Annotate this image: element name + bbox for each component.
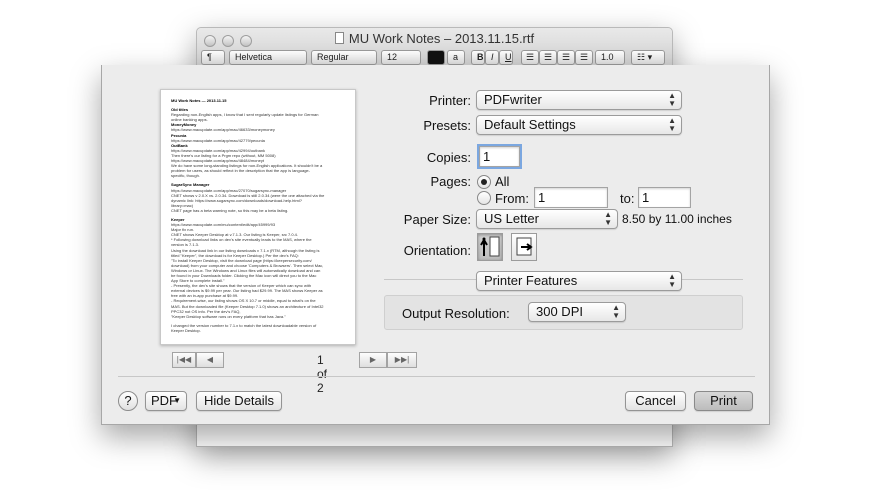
print-dialog-sheet: MU Work Notes — 2013.11.15 Old titles Rega…: [101, 65, 770, 425]
hide-details-button[interactable]: Hide Details: [196, 391, 282, 411]
last-page-button[interactable]: ▶▶|: [387, 352, 417, 368]
preview-text-line: MAS. But the downloaded file (Keeper Des…: [171, 303, 324, 309]
landscape-orientation-button[interactable]: [511, 233, 537, 261]
popup-arrows-icon: ▲ ▼: [668, 116, 676, 133]
portrait-icon: [480, 236, 500, 257]
help-button[interactable]: ?: [118, 391, 138, 411]
preview-text-line: Keeper Desktop.: [171, 327, 201, 333]
line-spacing-popup[interactable]: 1.0: [595, 50, 625, 65]
copies-label: Copies:: [426, 150, 471, 165]
popup-arrows-icon: ▲ ▼: [668, 91, 676, 108]
previous-page-button[interactable]: ◀: [196, 352, 224, 368]
pages-from-radio[interactable]: [477, 191, 491, 205]
document-titlebar: MU Work Notes – 2013.11.15.rtf ¶ Helveti…: [197, 28, 672, 70]
next-page-button[interactable]: ▶: [359, 352, 387, 368]
pages-label: Pages:: [430, 174, 471, 189]
paragraph-style-popup[interactable]: ¶: [201, 50, 225, 65]
print-preview-page: MU Work Notes — 2013.11.15 Old titles Rega…: [160, 89, 356, 345]
pages-to-label: to:: [620, 191, 635, 206]
bold-button[interactable]: B: [471, 50, 485, 65]
window-title: MU Work Notes – 2013.11.15.rtf: [348, 31, 535, 46]
paper-size-value: US Letter: [484, 211, 539, 226]
preview-text-line: Using the download link in our listing d…: [171, 247, 320, 253]
pages-all-radio[interactable]: [477, 175, 491, 189]
pdf-menu-button[interactable]: PDF ▼: [145, 391, 187, 411]
popup-arrows-icon: ▲ ▼: [612, 303, 620, 320]
orientation-label: Orientation:: [403, 243, 471, 258]
format-bar: ¶ Helvetica Regular 12 a B I U ☰ ☰ ☰ ☰ 1…: [201, 50, 668, 66]
align-justify-button[interactable]: ☰: [575, 50, 593, 65]
align-right-button[interactable]: ☰: [557, 50, 575, 65]
page-indicator: 1 of 2: [317, 353, 328, 395]
pages-to-field[interactable]: 1: [638, 187, 691, 208]
presets-label: Presets:: [423, 118, 471, 133]
chevron-down-icon: ▼: [173, 396, 181, 405]
presets-popup[interactable]: Default Settings ▲ ▼: [476, 115, 682, 135]
paper-size-dimensions: 8.50 by 11.00 inches: [622, 212, 732, 226]
pages-all-label: All: [495, 174, 510, 189]
underline-button[interactable]: U: [499, 50, 513, 65]
section-popup[interactable]: Printer Features ▲ ▼: [476, 271, 682, 291]
popup-arrows-icon: ▲ ▼: [604, 210, 612, 227]
bottom-divider: [118, 376, 755, 377]
copies-field[interactable]: 1: [479, 146, 520, 167]
preview-text-line: CNET shows v 2.0.X vs. 2.0.34. Download …: [171, 192, 325, 198]
paper-size-popup[interactable]: US Letter ▲ ▼: [476, 209, 618, 229]
cancel-button[interactable]: Cancel: [625, 391, 686, 411]
rtf-file-icon: [334, 32, 344, 44]
pages-from-label: From:: [495, 191, 529, 206]
highlight-style-button[interactable]: a: [447, 50, 465, 65]
printer-popup[interactable]: PDFwriter ▲ ▼: [476, 90, 682, 110]
align-left-button[interactable]: ☰: [521, 50, 539, 65]
portrait-orientation-button[interactable]: [477, 233, 503, 261]
align-center-button[interactable]: ☰: [539, 50, 557, 65]
text-color-well[interactable]: [427, 50, 445, 65]
window-title-wrap: MU Work Notes – 2013.11.15.rtf: [197, 31, 672, 46]
presets-value: Default Settings: [484, 117, 576, 132]
popup-arrows-icon: ▲ ▼: [668, 272, 676, 289]
output-resolution-value: 300 DPI: [536, 304, 583, 319]
paper-size-label: Paper Size:: [403, 212, 471, 227]
font-size-field[interactable]: 12: [381, 50, 421, 65]
print-button[interactable]: Print: [694, 391, 753, 411]
section-popup-value: Printer Features: [484, 273, 578, 288]
pages-from-field[interactable]: 1: [534, 187, 608, 208]
font-style-popup[interactable]: Regular: [311, 50, 377, 65]
printer-label: Printer:: [429, 93, 471, 108]
first-page-button[interactable]: |◀◀: [172, 352, 196, 368]
italic-button[interactable]: I: [485, 50, 499, 65]
font-family-popup[interactable]: Helvetica: [229, 50, 307, 65]
landscape-icon: [516, 237, 533, 256]
output-resolution-popup[interactable]: 300 DPI ▲ ▼: [528, 302, 626, 322]
list-style-popup[interactable]: ☷ ▾: [631, 50, 665, 65]
output-resolution-label: Output Resolution:: [402, 306, 510, 321]
printer-value: PDFwriter: [484, 92, 542, 107]
